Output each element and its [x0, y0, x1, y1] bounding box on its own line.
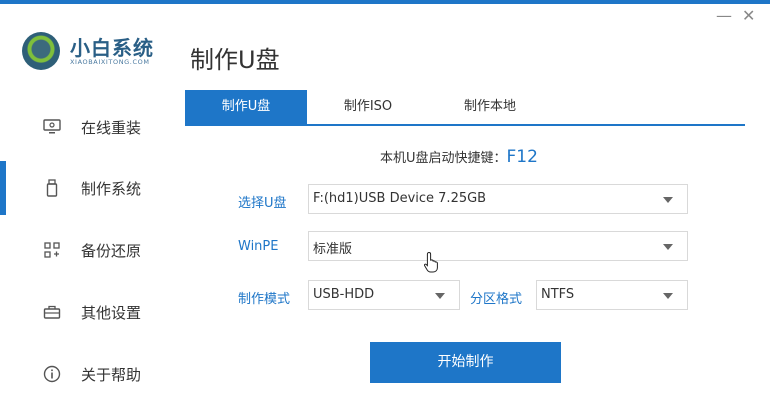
partition-label: 分区格式 [470, 292, 523, 307]
page-title: 制作U盘 [190, 46, 280, 74]
winpe-value: 标准版 [313, 242, 353, 257]
tab-make-usb[interactable]: 制作U盘 [185, 90, 307, 124]
backup-grid-icon [42, 240, 62, 260]
toolbox-icon [42, 302, 62, 322]
app-name: 小白系统 [70, 36, 154, 60]
info-icon [42, 364, 62, 384]
active-indicator [0, 161, 6, 215]
usb-device-value: F:(hd1)USB Device 7.25GB [313, 191, 487, 206]
chevron-down-icon [663, 197, 673, 203]
chevron-down-icon [663, 293, 673, 299]
tab-make-local[interactable]: 制作本地 [429, 90, 551, 124]
tab-make-iso[interactable]: 制作ISO [307, 90, 429, 124]
partition-select[interactable]: NTFS [536, 280, 688, 310]
hand-cursor-icon [423, 251, 440, 277]
usb-device-select[interactable]: F:(hd1)USB Device 7.25GB [308, 184, 688, 214]
hotkey-value: F12 [506, 147, 538, 167]
minimize-icon[interactable]: — [716, 8, 732, 24]
partition-value: NTFS [541, 287, 575, 302]
mode-select[interactable]: USB-HDD [308, 280, 460, 310]
sidebar-item-label: 其他设置 [81, 303, 142, 322]
sidebar-item-label: 制作系统 [81, 180, 142, 198]
start-make-button[interactable]: 开始制作 [370, 342, 561, 383]
sidebar-item-label: 在线重装 [81, 118, 142, 137]
sidebar-item-label: 备份还原 [81, 241, 142, 260]
hotkey-label: 本机U盘启动快捷键： [380, 151, 507, 166]
sidebar-item-online-reinstall[interactable]: 在线重装 [0, 107, 185, 147]
app-domain: XIAOBAIXITONG.COM [70, 58, 150, 66]
sidebar-item-backup-restore[interactable]: 备份还原 [0, 230, 185, 270]
mode-value: USB-HDD [313, 287, 375, 302]
hotkey-info: 本机U盘启动快捷键：F12 [380, 147, 538, 167]
close-icon[interactable]: ✕ [742, 8, 755, 24]
sidebar-item-label: 关于帮助 [81, 365, 142, 384]
tab-bar: 制作U盘 制作ISO 制作本地 [185, 90, 745, 126]
chevron-down-icon [663, 244, 673, 250]
winpe-select[interactable]: 标准版 [308, 231, 688, 261]
app-logo-icon [22, 32, 60, 70]
monitor-icon [42, 117, 62, 137]
chevron-down-icon [435, 293, 445, 299]
usb-drive-icon [42, 178, 62, 198]
sidebar-item-other-settings[interactable]: 其他设置 [0, 292, 185, 332]
winpe-label: WinPE [238, 239, 279, 254]
sidebar-item-make-system[interactable]: 制作系统 [0, 158, 185, 218]
mode-label: 制作模式 [238, 292, 291, 307]
usb-select-label: 选择U盘 [238, 196, 287, 211]
sidebar-item-about-help[interactable]: 关于帮助 [0, 354, 185, 394]
sidebar: 小白系统 XIAOBAIXITONG.COM 在线重装 制作系统 备份还原 其他… [0, 4, 185, 393]
